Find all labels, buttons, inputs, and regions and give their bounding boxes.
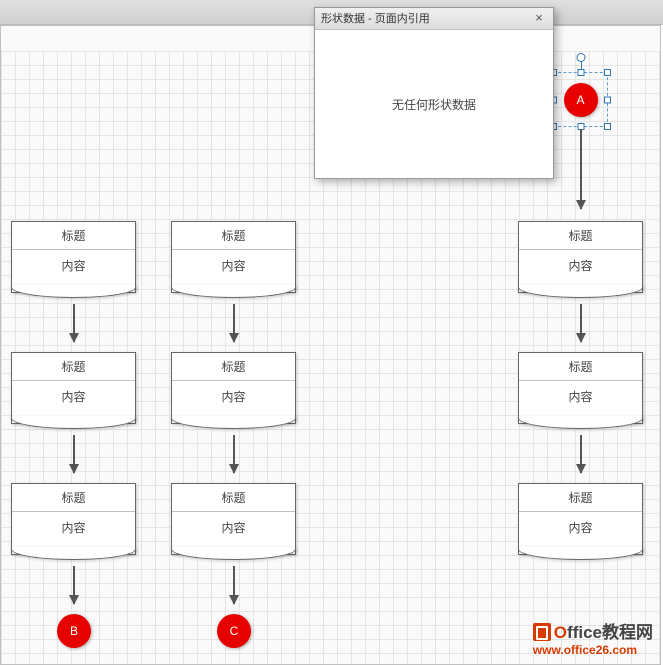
process-shape[interactable]: 标题 内容 bbox=[11, 483, 136, 555]
resize-handle[interactable] bbox=[604, 123, 611, 130]
shape-body: 内容 bbox=[519, 250, 642, 292]
shape-body: 内容 bbox=[12, 250, 135, 292]
connector-arrow[interactable] bbox=[73, 435, 75, 473]
shape-title: 标题 bbox=[172, 353, 295, 381]
dialog-titlebar[interactable]: 形状数据 - 页面内引用 × bbox=[315, 8, 553, 30]
shape-body: 内容 bbox=[519, 512, 642, 554]
shape-title: 标题 bbox=[172, 222, 295, 250]
connector-node-a[interactable]: A bbox=[564, 83, 598, 117]
shape-body: 内容 bbox=[12, 381, 135, 423]
shape-title: 标题 bbox=[519, 222, 642, 250]
connector-node-c[interactable]: C bbox=[217, 614, 251, 648]
connector-arrow[interactable] bbox=[233, 304, 235, 342]
shape-title: 标题 bbox=[172, 484, 295, 512]
shape-body: 内容 bbox=[12, 512, 135, 554]
dialog-body: 无任何形状数据 bbox=[315, 30, 553, 178]
shape-data-dialog[interactable]: 形状数据 - 页面内引用 × 无任何形状数据 bbox=[314, 7, 554, 179]
process-shape[interactable]: 标题 内容 bbox=[171, 221, 296, 293]
process-shape[interactable]: 标题 内容 bbox=[518, 221, 643, 293]
connector-arrow[interactable] bbox=[580, 304, 582, 342]
process-shape[interactable]: 标题 内容 bbox=[171, 352, 296, 424]
watermark-line1: Office教程网 bbox=[533, 618, 653, 643]
shape-body: 内容 bbox=[172, 250, 295, 292]
resize-handle[interactable] bbox=[604, 69, 611, 76]
connector-arrow[interactable] bbox=[580, 129, 582, 209]
close-icon[interactable]: × bbox=[531, 11, 547, 27]
shape-body: 内容 bbox=[172, 381, 295, 423]
shape-title: 标题 bbox=[12, 353, 135, 381]
shape-body: 内容 bbox=[519, 381, 642, 423]
dialog-title: 形状数据 - 页面内引用 bbox=[321, 8, 430, 30]
connector-arrow[interactable] bbox=[233, 566, 235, 604]
process-shape[interactable]: 标题 内容 bbox=[518, 483, 643, 555]
resize-handle[interactable] bbox=[604, 96, 611, 103]
shape-title: 标题 bbox=[519, 484, 642, 512]
connector-arrow[interactable] bbox=[73, 304, 75, 342]
shape-body: 内容 bbox=[172, 512, 295, 554]
watermark-url: www.office26.com bbox=[533, 643, 653, 657]
shape-title: 标题 bbox=[12, 484, 135, 512]
connector-arrow[interactable] bbox=[580, 435, 582, 473]
resize-handle[interactable] bbox=[577, 69, 584, 76]
connector-node-b[interactable]: B bbox=[57, 614, 91, 648]
process-shape[interactable]: 标题 内容 bbox=[518, 352, 643, 424]
connector-arrow[interactable] bbox=[73, 566, 75, 604]
office-icon bbox=[533, 623, 551, 641]
selection-box[interactable]: A bbox=[553, 72, 608, 127]
watermark: Office教程网 www.office26.com bbox=[533, 618, 653, 657]
connector-arrow[interactable] bbox=[233, 435, 235, 473]
rotation-handle[interactable] bbox=[576, 53, 585, 62]
process-shape[interactable]: 标题 内容 bbox=[171, 483, 296, 555]
process-shape[interactable]: 标题 内容 bbox=[11, 221, 136, 293]
shape-title: 标题 bbox=[12, 222, 135, 250]
process-shape[interactable]: 标题 内容 bbox=[11, 352, 136, 424]
dialog-message: 无任何形状数据 bbox=[392, 96, 476, 113]
shape-title: 标题 bbox=[519, 353, 642, 381]
